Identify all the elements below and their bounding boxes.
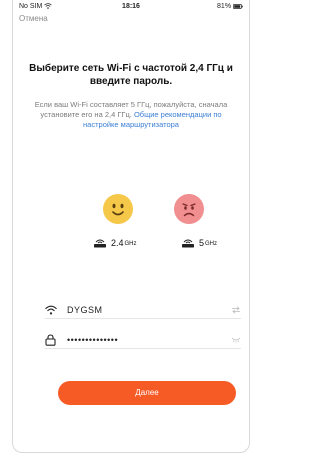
wifi-icon <box>45 305 59 315</box>
page-title: Выберите сеть Wi-Fi с частотой 2,4 ГГц и… <box>29 63 233 87</box>
lock-icon <box>45 334 59 346</box>
clock: 18:16 <box>122 3 140 10</box>
router-icon <box>182 239 194 248</box>
phone-screen: No SIM 18:16 81% Отмена Выберите сеть Wi… <box>12 0 250 453</box>
switch-network-icon[interactable] <box>229 306 241 314</box>
happy-face-icon <box>103 194 133 224</box>
instructions-text: Если ваш Wi-Fi составляет 5 ГГц, пожалуй… <box>31 100 231 130</box>
wifi-name-input[interactable]: DYGSM <box>67 305 229 315</box>
wifi-name-field[interactable]: DYGSM <box>45 302 241 319</box>
band-5-unit: GHz <box>205 241 218 247</box>
status-bar: No SIM 18:16 81% <box>13 0 249 14</box>
battery-indicator: 81% <box>217 3 243 10</box>
router-icon <box>94 239 106 248</box>
band-5ghz: 5 GHz <box>181 238 217 248</box>
cancel-button[interactable]: Отмена <box>19 14 48 23</box>
band-2-4ghz: 2.4 GHz <box>93 238 137 248</box>
band-2-4-value: 2.4 <box>111 238 124 248</box>
hide-password-icon[interactable] <box>229 337 241 343</box>
band-5-value: 5 <box>199 238 205 248</box>
band-2-4-unit: GHz <box>124 241 137 247</box>
password-field[interactable]: •••••••••••••• <box>45 332 241 349</box>
battery-icon <box>233 3 243 9</box>
next-button[interactable]: Далее <box>58 381 236 405</box>
password-input[interactable]: •••••••••••••• <box>67 335 229 345</box>
sad-face-icon <box>174 194 204 224</box>
